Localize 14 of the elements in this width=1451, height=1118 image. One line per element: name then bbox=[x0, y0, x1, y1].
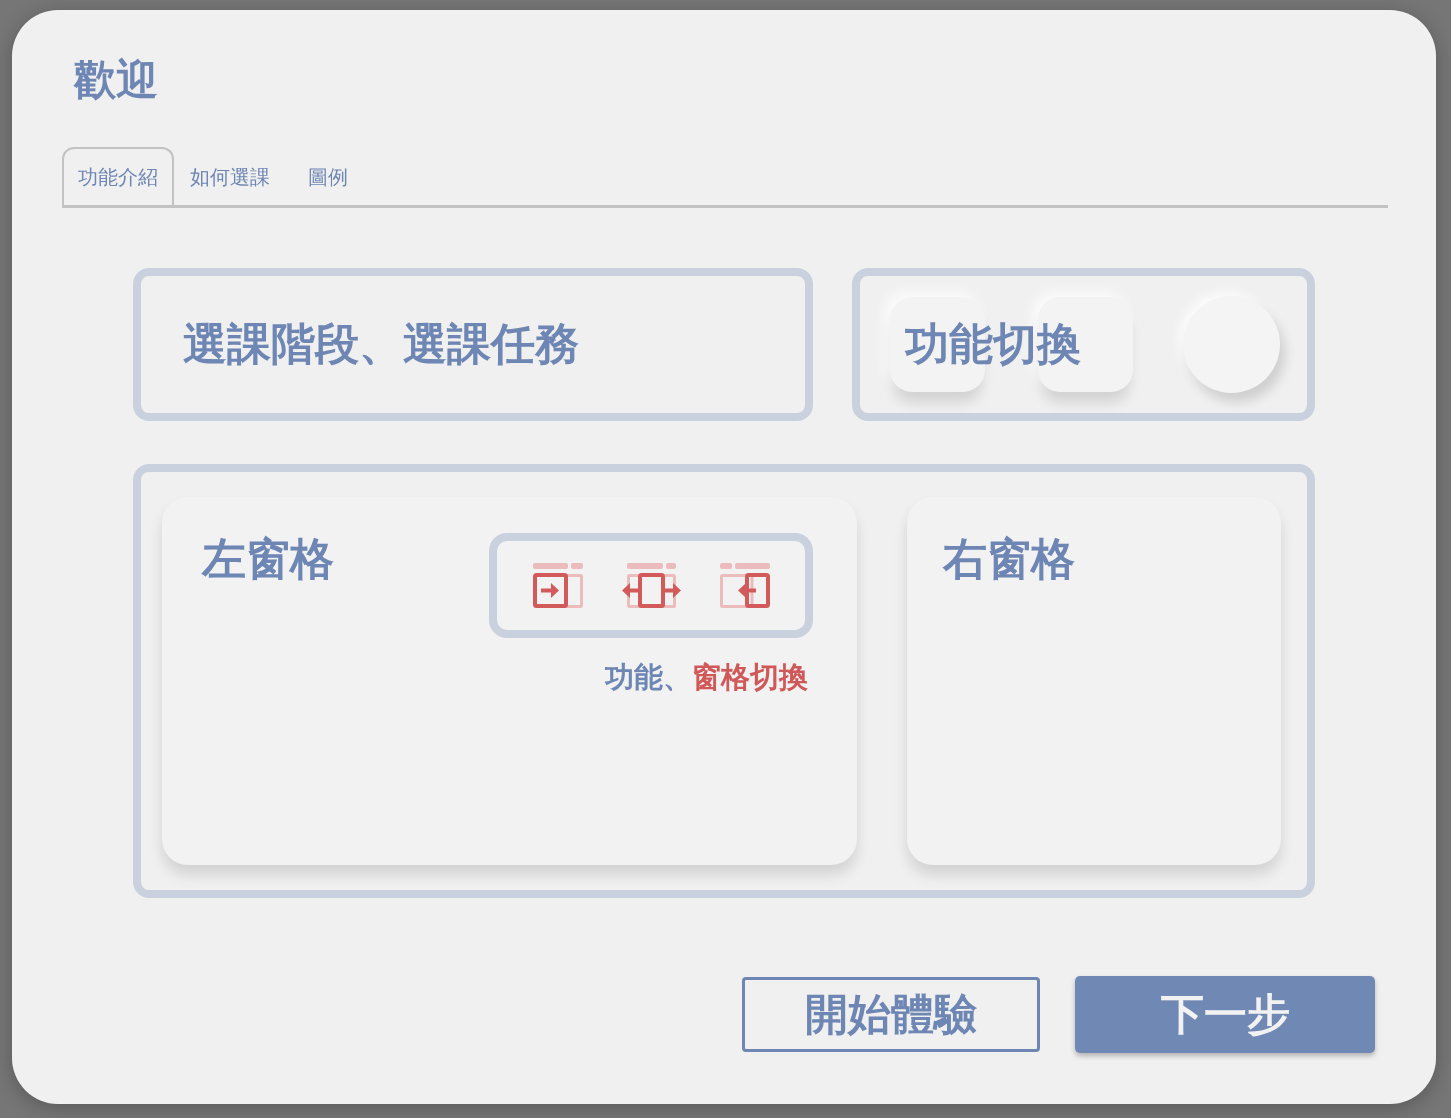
tab[interactable]: 圖例 bbox=[292, 147, 364, 206]
right-pane-label: 右窗格 bbox=[943, 533, 1075, 587]
start-tour-button[interactable]: 開始體驗 bbox=[742, 977, 1040, 1053]
tab[interactable]: 如何選課 bbox=[174, 147, 286, 206]
tab[interactable]: 功能介紹 bbox=[62, 147, 174, 206]
stage-card-label: 選課階段、選課任務 bbox=[183, 318, 579, 372]
dialog-title: 歡迎 bbox=[74, 55, 158, 106]
next-button[interactable]: 下一步 bbox=[1075, 976, 1375, 1054]
caption-text: 功能、窗格切換 bbox=[605, 660, 808, 696]
left-pane-arrow-icon bbox=[532, 563, 583, 609]
left-pane-label: 左窗格 bbox=[202, 533, 334, 587]
center-pane-arrows-icon bbox=[620, 563, 682, 609]
right-pane-arrow-icon bbox=[719, 563, 770, 609]
switch-card-label: 功能切換 bbox=[905, 318, 1081, 372]
